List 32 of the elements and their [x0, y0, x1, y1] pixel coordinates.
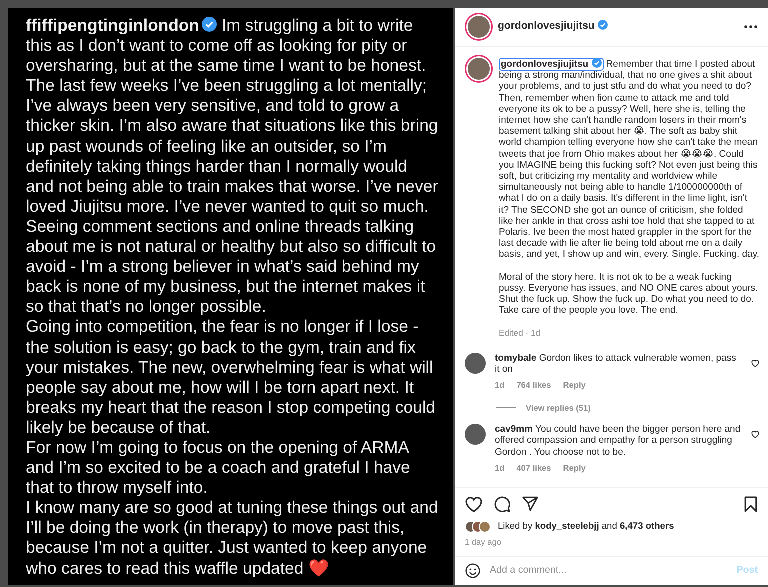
avatar[interactable]	[468, 58, 490, 80]
more-options-icon[interactable]	[744, 25, 758, 29]
comment-time: 1d	[495, 462, 505, 474]
like-heart-icon[interactable]	[751, 430, 760, 440]
post-time: 1 day ago	[464, 536, 502, 549]
heart-icon[interactable]	[465, 496, 483, 513]
caption-paragraph: gordonlovesjiujitsu Remember that time I posted about being a strong man/individual, that no one gives a shit about your problems, and to just stfu and do what you need to do? Then, remember when fion came to attack me and told everyone its ok to be a pussy? Well, here she is, telling the internet how she can't handle random losers in their mom's basement talking shit about her 😭. The soft as baby shit world champion telling everyone how she can't take the mean tweets that joe from Ohio makes about her 😭😭😭. Could you IMAGINE being this fucking soft? Not even just being this soft, but criticizing my mentality and worldview while simultaneously not being able to handle 1/100000000th of what I do on a daily basis. It's different in the lime light, isn't it? The SECOND she got an ounce of criticism, she folded like her ankle in that cross ashi toe hold that she tapped to at Polaris. Ive been the most hated grappler in the sport for the last decade with lie after lie being told about me on a daily basis, and yet, I show up and win, every. Single. Fucking. day.	[499, 58, 760, 261]
story-paragraph: For now I’m going to focus on the opening of ARMA and I’m so excited to be a coach and grateful I have that to throw myself into.	[26, 438, 412, 498]
story-paragraph: I know many are so good at tuning these things out and I’ll be doing the work (in therapy) to move past this, because I’m not a quitter. Just wanted to keep anyone who cares to read this waffle updated ❤	[26, 498, 439, 579]
reply-link[interactable]: Reply	[563, 462, 586, 474]
username[interactable]: gordonlovesjiujitsu	[498, 19, 608, 35]
paper-plane-icon[interactable]	[522, 496, 539, 512]
comment-text: cav9mm You could have been the bigger person here and offered compassion and empathy for a person struggling Gordon . You choose not to be.	[495, 424, 742, 458]
story-paragraph: ffiffipengtinginlondon Im struggling a bit to write this as I don’t want to come off as looking for pity or oversharing, but at the same time I want to be honest. The last few weeks I’ve been struggling a lot mentally; I’ve always been very sensitive, and told to grow a thicker skin. I’m also aware that situations like this bring up past wounds of feeling like an outsider, so I’m definitely taking things harder than I normally would and not being able to train makes that worse. I’ve never loved Jiujitsu more. I’ve never wanted to quit so much. Seeing comment sections and online threads talking about me is not natural or healthy but also so difficult to avoid - I’m a strong believer in what’s said behind my back is none of my business, but the internet makes it so that that’s no longer possible.	[26, 16, 439, 318]
comment-bubble-icon[interactable]	[494, 496, 511, 513]
story-paragraph: Going into competition, the fear is no longer if I lose - the solution is easy; go back to the gym, train and fix your mistakes. The new, overwhelming fear is what will people say about me, how will I be torn apart next. It breaks my heart that the reason I stop competing could likely be because of that.	[26, 317, 437, 438]
bookmark-icon[interactable]	[744, 496, 758, 513]
like-heart-icon[interactable]	[751, 359, 760, 368]
comment-time: 1d	[495, 380, 505, 392]
caption-paragraph: Moral of the story here. It is not ok to be a weak fucking pussy. Everyone has issues, and NO ONE cares about yours. Shut the fuck up. Show the fuck up. Do what you need to do. Take care of the people you love. The end.	[499, 272, 760, 317]
liked-by-text: Liked by kody_steelebjj and 6,473 others	[498, 520, 674, 533]
reply-link[interactable]: Reply	[563, 380, 586, 392]
avatar[interactable]	[468, 16, 490, 38]
comment-likes[interactable]: 407 likes	[516, 462, 552, 474]
comment-text: tomybale Gordon likes to attack vulnerable women, pass it on	[495, 353, 738, 376]
avatar[interactable]	[465, 424, 486, 446]
comment-input-field[interactable]: Add a comment...	[490, 564, 728, 578]
smiley-face-icon[interactable]	[465, 563, 481, 579]
edited-timestamp: Edited · 1d	[499, 328, 542, 340]
comment-likes[interactable]: 764 likes	[516, 380, 552, 392]
view-replies-link[interactable]: View replies (51)	[526, 402, 591, 414]
avatar[interactable]	[465, 353, 486, 374]
